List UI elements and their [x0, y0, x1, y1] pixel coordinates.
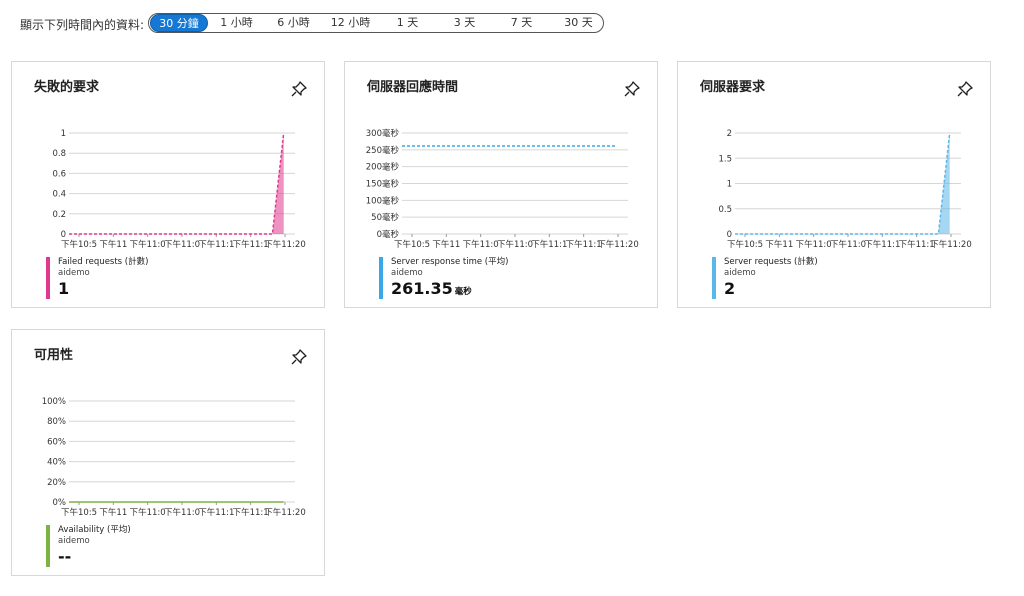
x-tick-label: 下午11:20: [930, 239, 972, 250]
chart-legend: Server response time (平均) aidemo 261.35 毫…: [379, 257, 508, 299]
legend-value: 2: [724, 279, 736, 298]
y-tick-label: 0.6: [52, 169, 66, 179]
legend-resource: aidemo: [724, 268, 756, 278]
legend-resource: aidemo: [58, 268, 90, 278]
y-tick-label: 300毫秒: [366, 128, 400, 139]
x-tick-label: 下午10:5: [61, 239, 97, 250]
y-tick-label: 100%: [42, 397, 66, 407]
time-range-option-30m[interactable]: 30 分鐘: [150, 14, 208, 32]
x-tick-label: 下午10:5: [394, 239, 430, 250]
legend-value: 261.35: [391, 279, 453, 298]
x-tick-label: 下午11: [432, 239, 460, 250]
x-tick-label: 下午11:0: [463, 239, 499, 250]
time-range-option-3d[interactable]: 3 天: [436, 14, 493, 32]
legend-value: --: [58, 547, 72, 566]
y-tick-label: 0.4: [52, 190, 66, 200]
failed-requests-card[interactable]: 失敗的要求 0 0.2 0.4 0.6 0.8 1 下午10:5 下午11 下午11:0 下午11…: [11, 61, 325, 308]
x-tick-label: 下午11:1: [531, 239, 567, 250]
x-tick-label: 下午11:0: [130, 239, 166, 250]
x-tick-label: 下午11: [99, 507, 127, 518]
time-range-option-12h[interactable]: 12 小時: [322, 14, 379, 32]
x-tick-label: 下午10:5: [727, 239, 763, 250]
y-tick-label: 40%: [47, 458, 66, 468]
time-range-option-7d[interactable]: 7 天: [493, 14, 550, 32]
x-tick-label: 下午11:0: [130, 507, 166, 518]
chart-legend: Server requests (計數) aidemo 2: [712, 257, 818, 299]
y-tick-label: 250毫秒: [366, 145, 400, 156]
server-response-time-chart: 0毫秒50毫秒100毫秒150毫秒200毫秒250毫秒300毫秒下午10:5 下午…: [366, 128, 639, 250]
x-tick-label: 下午11:20: [264, 239, 306, 250]
server-requests-chart: 00.511.52下午10:5 下午11 下午11:0下午11:0下午11:1下午1…: [718, 129, 972, 250]
y-tick-label: 0.2: [52, 210, 66, 220]
server-requests-card[interactable]: 伺服器要求 0 0.5 1 1.5 2 下午10:5 下午11 下午11:0 下午11:0 下午1…: [677, 61, 991, 308]
time-range-option-6h[interactable]: 6 小時: [265, 14, 322, 32]
series-line: [69, 132, 285, 235]
time-range-selector: 30 分鐘 1 小時 6 小時 12 小時 1 天 3 天 7 天 30 天: [148, 13, 604, 33]
x-tick-label: 下午11:1: [864, 239, 900, 250]
chart-legend: Availability (平均) aidemo --: [46, 525, 131, 567]
legend-value: 1: [58, 279, 70, 298]
x-tick-label: 下午11:1: [198, 507, 234, 518]
chart-legend: Failed requests (計數) aidemo 1: [46, 257, 148, 299]
x-tick-label: 下午11: [765, 239, 793, 250]
x-tick-label: 下午11:0: [830, 239, 866, 250]
legend-metric-name: Server requests (計數): [724, 257, 818, 267]
time-range-option-1d[interactable]: 1 天: [379, 14, 436, 32]
legend-metric-name: Failed requests (計數): [58, 257, 149, 267]
x-tick-label: 下午11:0: [164, 507, 200, 518]
time-range-label: 顯示下列時間內的資料:: [20, 18, 145, 32]
x-tick-label: 下午11:0: [164, 239, 200, 250]
y-tick-label: 0%: [53, 498, 67, 508]
availability-chart: 0%20%40%60%80%100%下午10:5 下午11 下午11:0下午11:0…: [42, 397, 306, 518]
x-tick-label: 下午11:20: [597, 239, 639, 250]
y-tick-label: 150毫秒: [366, 179, 400, 190]
y-tick-label: 20%: [47, 478, 66, 488]
legend-resource: aidemo: [58, 536, 90, 546]
y-tick-label: 50毫秒: [371, 212, 399, 223]
failed-requests-chart: 00.20.40.60.81下午10:5 下午11 下午11:0下午11:0下午11…: [52, 129, 306, 250]
y-tick-label: 0毫秒: [377, 229, 400, 240]
legend-metric-name: Server response time (平均): [391, 257, 509, 267]
y-tick-label: 0.8: [52, 149, 66, 159]
y-tick-label: 200毫秒: [366, 162, 400, 173]
time-range-option-1h[interactable]: 1 小時: [208, 14, 265, 32]
x-tick-label: 下午11:0: [796, 239, 832, 250]
x-tick-label: 下午11:1: [198, 239, 234, 250]
server-response-time-card[interactable]: 伺服器回應時間 0毫秒 50毫秒 100毫秒 150毫秒 200毫秒 250毫秒 300毫秒…: [344, 61, 658, 308]
y-tick-label: 2: [727, 129, 732, 139]
y-tick-label: 0: [61, 230, 66, 240]
y-tick-label: 60%: [47, 437, 66, 447]
y-tick-label: 1: [727, 180, 732, 190]
x-tick-label: 下午10:5: [61, 507, 97, 518]
legend-metric-name: Availability (平均): [58, 525, 131, 535]
series-area: [69, 133, 284, 234]
legend-unit: 毫秒: [454, 287, 472, 297]
x-tick-label: 下午11:20: [264, 507, 306, 518]
x-tick-label: 下午11:0: [497, 239, 533, 250]
y-tick-label: 0.5: [718, 205, 732, 215]
y-tick-label: 80%: [47, 417, 66, 427]
legend-resource: aidemo: [391, 268, 423, 278]
availability-card[interactable]: 可用性 0% 20% 40% 60% 80% 100% 下午10:5 下午11 下午11:0 下午…: [11, 329, 325, 576]
y-tick-label: 0: [727, 230, 732, 240]
time-range-option-30d[interactable]: 30 天: [550, 14, 607, 32]
y-tick-label: 1.5: [718, 154, 732, 164]
x-tick-label: 下午11: [99, 239, 127, 250]
y-tick-label: 100毫秒: [366, 195, 400, 206]
y-tick-label: 1: [61, 129, 66, 139]
